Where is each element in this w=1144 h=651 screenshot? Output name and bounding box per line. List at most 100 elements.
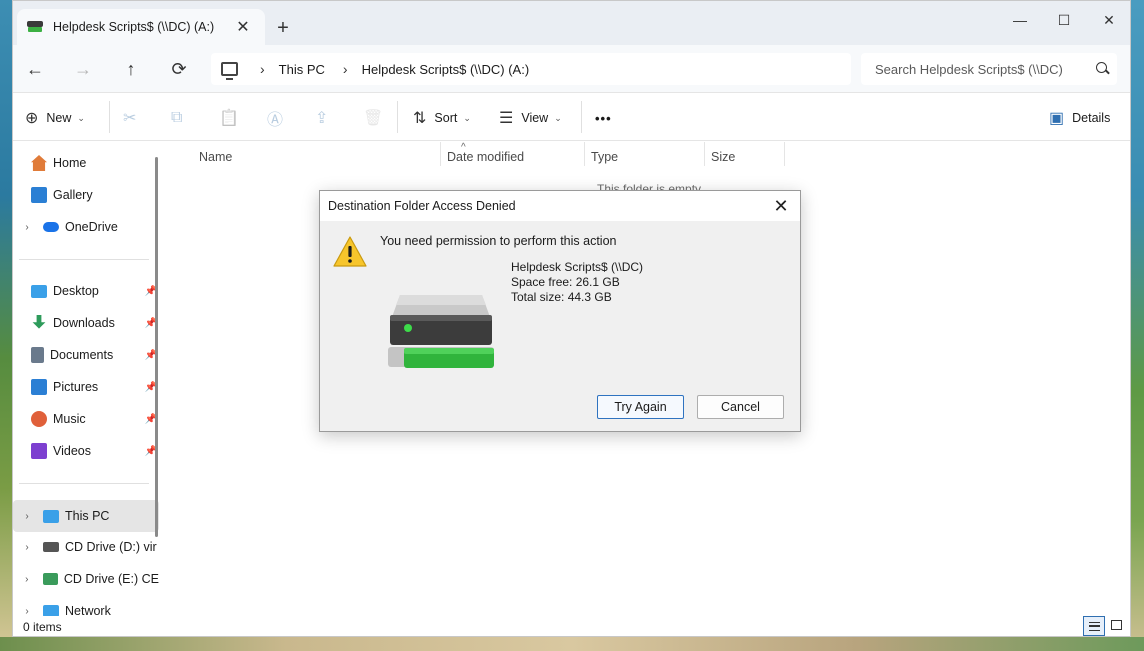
sidebar-item-label: CD Drive (D:) vir: [65, 540, 157, 554]
downloads-icon: [32, 315, 46, 329]
new-tab-button[interactable]: +: [271, 17, 295, 39]
cut-icon: ✂: [123, 110, 137, 127]
cd-drive-icon: [42, 573, 58, 585]
search-icon[interactable]: [1096, 62, 1107, 73]
sidebar-item-label: Documents: [50, 348, 114, 362]
command-bar: ⊕ New ⌄ ✂ ⧉ 📋 Ⓐ ⇪ 🗑 ⇅ Sort ⌄ ☰ View ⌄ ••…: [13, 94, 1130, 141]
total-size: Total size: 44.3 GB: [511, 290, 612, 304]
status-bar: 0 items: [13, 616, 1130, 636]
drive-illustration-icon: [388, 295, 494, 368]
sidebar-item-documents[interactable]: Documents 📌: [13, 340, 159, 370]
details-pane-icon: ▣: [1049, 110, 1065, 127]
drive-name: Helpdesk Scripts$ (\\DC): [511, 260, 644, 274]
dialog-title-bar: Destination Folder Access Denied ✕: [320, 191, 800, 221]
details-view-button[interactable]: [1083, 616, 1105, 636]
new-button[interactable]: ⊕ New ⌄: [25, 106, 85, 130]
column-divider[interactable]: [784, 142, 785, 166]
sort-button[interactable]: ⇅ Sort ⌄: [413, 106, 471, 130]
chevron-down-icon: ⌄: [463, 112, 471, 123]
access-denied-dialog: Destination Folder Access Denied ✕ You n…: [319, 190, 801, 432]
column-header-type[interactable]: Type: [585, 146, 705, 168]
copy-icon: ⧉: [171, 109, 183, 126]
column-header-name[interactable]: Name: [163, 146, 441, 168]
sidebar-item-cd-drive-d[interactable]: › CD Drive (D:) vir: [13, 532, 159, 562]
maximize-button[interactable]: ☐: [1041, 7, 1087, 33]
sidebar-item-label: Downloads: [53, 316, 115, 330]
sidebar-divider: [19, 259, 149, 260]
tab-helpdesk-scripts[interactable]: Helpdesk Scripts$ (\\DC) (A:) ✕: [17, 9, 265, 45]
sidebar-item-downloads[interactable]: Downloads 📌: [13, 308, 159, 338]
chevron-right-icon[interactable]: ›: [21, 606, 33, 617]
breadcrumb-separator[interactable]: ›: [343, 61, 348, 77]
try-again-button[interactable]: Try Again: [597, 395, 684, 419]
details-pane-button[interactable]: ▣ Details: [1049, 106, 1110, 130]
view-button[interactable]: ☰ View ⌄: [499, 106, 562, 130]
sidebar-item-desktop[interactable]: Desktop 📌: [13, 276, 159, 306]
chevron-right-icon[interactable]: ›: [21, 542, 33, 553]
desktop-icon: [31, 284, 47, 298]
details-label: Details: [1072, 111, 1111, 125]
cut-button[interactable]: ✂: [123, 106, 144, 130]
sidebar-scrollbar[interactable]: [155, 157, 158, 537]
sidebar-item-network[interactable]: › Network: [13, 596, 159, 616]
cancel-button[interactable]: Cancel: [697, 395, 784, 419]
chevron-right-icon[interactable]: ›: [21, 222, 33, 233]
toolbar-divider: [581, 101, 582, 133]
sidebar-item-cd-drive-e[interactable]: › CD Drive (E:) CE: [13, 564, 159, 594]
dialog-message: You need permission to perform this acti…: [380, 234, 617, 248]
tiles-view-icon: [1111, 620, 1122, 630]
dialog-close-button[interactable]: ✕: [770, 195, 792, 217]
view-icon: ☰: [499, 110, 514, 127]
navigation-pane: Home Gallery › OneDrive Desktop 📌 Downlo…: [13, 142, 161, 616]
navigation-bar: ← → ↑ ⟳ › This PC › Helpdesk Scripts$ (\…: [13, 45, 1130, 93]
minimize-button[interactable]: —: [997, 7, 1043, 33]
delete-button[interactable]: 🗑: [363, 106, 391, 130]
share-button[interactable]: ⇪: [315, 106, 336, 130]
chevron-down-icon: ⌄: [554, 112, 562, 123]
sidebar-divider: [19, 483, 149, 484]
sidebar-item-videos[interactable]: Videos 📌: [13, 436, 159, 466]
more-icon: •••: [595, 110, 612, 126]
sidebar-item-home[interactable]: Home: [13, 148, 159, 178]
desktop-wallpaper-bottom: [0, 637, 1144, 651]
forward-button[interactable]: →: [69, 57, 97, 81]
tab-close-button[interactable]: ✕: [231, 17, 255, 37]
breadcrumb-this-pc[interactable]: This PC: [279, 62, 325, 77]
new-icon: ⊕: [25, 110, 39, 127]
sidebar-item-gallery[interactable]: Gallery: [13, 180, 159, 210]
chevron-down-icon: ⌄: [77, 112, 85, 123]
chevron-right-icon[interactable]: ›: [21, 574, 33, 585]
refresh-button[interactable]: ⟳: [165, 57, 193, 81]
chevron-right-icon[interactable]: ›: [21, 511, 33, 522]
sidebar-item-label: CD Drive (E:) CE: [63, 572, 159, 586]
sidebar-item-music[interactable]: Music 📌: [13, 404, 159, 434]
column-header-size[interactable]: Size: [705, 146, 785, 168]
paste-button[interactable]: 📋: [219, 106, 247, 130]
see-more-button[interactable]: •••: [595, 106, 612, 130]
search-input[interactable]: [875, 61, 1080, 77]
breadcrumb-separator[interactable]: ›: [260, 61, 265, 77]
sidebar-item-onedrive[interactable]: › OneDrive: [13, 212, 159, 242]
gallery-icon: [31, 187, 47, 203]
dialog-title: Destination Folder Access Denied: [328, 199, 516, 213]
sidebar-item-this-pc[interactable]: › This PC: [13, 500, 159, 532]
back-button[interactable]: ←: [21, 57, 49, 81]
toolbar-divider: [397, 101, 398, 133]
documents-icon: [31, 347, 44, 363]
up-button[interactable]: ↑: [117, 57, 145, 81]
sidebar-item-label: Gallery: [53, 188, 93, 202]
sidebar-item-pictures[interactable]: Pictures 📌: [13, 372, 159, 402]
search-box[interactable]: [861, 53, 1117, 85]
rename-button[interactable]: Ⓐ: [267, 106, 291, 130]
tiles-view-button[interactable]: [1106, 616, 1128, 636]
share-icon: ⇪: [315, 110, 329, 127]
address-bar[interactable]: › This PC › Helpdesk Scripts$ (\\DC) (A:…: [211, 53, 851, 85]
home-icon: [31, 155, 47, 171]
copy-button[interactable]: ⧉: [171, 106, 190, 130]
close-button[interactable]: ✕: [1086, 7, 1130, 33]
sidebar-item-label: Home: [53, 156, 87, 170]
rename-icon: Ⓐ: [267, 112, 284, 129]
view-label: View: [521, 111, 549, 125]
column-header-date-modified[interactable]: Date modified: [441, 146, 584, 168]
breadcrumb-current-drive[interactable]: Helpdesk Scripts$ (\\DC) (A:): [362, 62, 530, 77]
